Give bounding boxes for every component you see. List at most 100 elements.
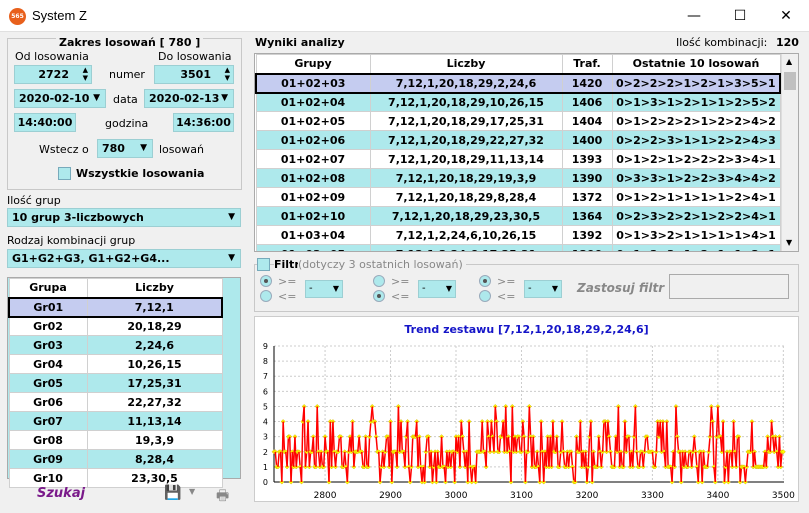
trend-segment xyxy=(481,421,485,452)
filter-value-select[interactable]: - ▼ xyxy=(418,280,456,298)
ge-radio[interactable] xyxy=(373,275,385,287)
minimize-button[interactable]: — xyxy=(671,0,717,32)
all-draws-checkbox[interactable] xyxy=(58,167,71,180)
table-row[interactable]: Gr08 19,3,9 xyxy=(8,430,223,450)
numbers-cell: 7,12,1,20,18,29,19,3,9 xyxy=(369,168,563,188)
numbers-col-header[interactable]: Liczby xyxy=(86,278,223,298)
ge-radio[interactable] xyxy=(260,275,272,287)
chevron-up-icon[interactable]: ▲ xyxy=(786,57,792,66)
table-row[interactable]: 01+02+10 7,12,1,20,18,29,23,30,5 1364 0>2>3… xyxy=(255,206,781,226)
groups-table-frame: Grupa Liczby Gr01 7,12,1 Gr02 20,18,29 Gr03 2,… xyxy=(7,277,241,488)
groups-count-label: Ilość grup xyxy=(7,194,61,207)
table-row[interactable]: 01+02+05 7,12,1,20,18,29,17,25,31 1404 0>1>… xyxy=(255,111,781,131)
chevron-down-icon[interactable]: ▼ xyxy=(93,90,100,107)
table-row[interactable]: Gr09 8,28,4 xyxy=(8,449,223,469)
from-number-spinner[interactable]: 2722 ▲ ▼ xyxy=(14,65,92,84)
table-row[interactable]: Gr05 17,25,31 xyxy=(8,373,223,393)
table-row[interactable]: 01+02+03 7,12,1,20,18,29,2,24,6 1420 0>2>2>… xyxy=(255,72,781,94)
filter-result-field xyxy=(669,274,789,299)
apply-filter-button[interactable]: Zastosuj filtr xyxy=(577,281,664,295)
last-draws-cell: 0>1>3>1>2>1>1>2>5>2 xyxy=(611,92,781,112)
filter-value-select[interactable]: - ▼ xyxy=(524,280,562,298)
table-row[interactable]: 01+03+057,12,1,2,24,6,17,25,3113900>1>2>… xyxy=(255,244,781,251)
numbers-cell: 7,12,1,20,18,29,10,26,15 xyxy=(369,92,563,112)
table-row[interactable]: Gr01 7,12,1 xyxy=(8,296,223,318)
chevron-down-icon[interactable]: ▼ xyxy=(786,238,792,247)
spin-arrows-icon[interactable]: ▲ ▼ xyxy=(225,66,230,82)
trend-segment xyxy=(706,451,710,467)
to-date-picker[interactable]: 2020-02-13 ▼ xyxy=(144,89,234,108)
y-tick-label: 7 xyxy=(263,372,268,381)
hits-cell: 1390 xyxy=(561,168,613,188)
x-tick-label: 3100 xyxy=(510,491,533,501)
chevron-down-icon[interactable]: ▼ xyxy=(333,281,339,297)
table-row[interactable]: 01+02+04 7,12,1,20,18,29,10,26,15 1406 0>1>… xyxy=(255,92,781,112)
chevron-down-icon[interactable]: ▼ xyxy=(228,250,235,267)
y-tick-label: 8 xyxy=(263,357,268,366)
trend-segment xyxy=(518,436,521,452)
hits-col-header[interactable]: Traf. xyxy=(561,54,613,74)
chevron-down-icon[interactable]: ▼ xyxy=(221,90,228,107)
last-draws-cell: 0>1>2>1>2>2>2>3>4>1 xyxy=(611,149,781,169)
groups-col-header[interactable]: Grupy xyxy=(255,54,371,74)
maximize-button[interactable]: ☐ xyxy=(717,0,763,32)
group-numbers-cell: 11,13,14 xyxy=(86,411,223,431)
to-number-spinner[interactable]: 3501 ▲ ▼ xyxy=(154,65,234,84)
trend-segment xyxy=(358,436,362,452)
chevron-down-icon[interactable]: ▼ xyxy=(446,281,452,297)
table-row[interactable]: Gr03 2,24,6 xyxy=(8,335,223,355)
print-icon[interactable]: 🖶 xyxy=(216,485,229,509)
groups-col-header[interactable]: Grupa xyxy=(8,278,88,298)
trend-segment xyxy=(662,421,665,452)
results-table: Grupy Liczby Traf. Ostatnie 10 losowań 0… xyxy=(255,54,781,251)
le-radio[interactable] xyxy=(479,290,491,302)
trend-segment xyxy=(515,436,519,452)
le-radio[interactable] xyxy=(260,290,272,302)
table-row[interactable]: Gr06 22,27,32 xyxy=(8,392,223,412)
combo-type-select[interactable]: G1+G2+G3, G1+G2+G4... ▼ xyxy=(7,249,241,268)
spin-arrows-icon[interactable]: ▲ ▼ xyxy=(83,66,88,82)
from-date-picker[interactable]: 2020-02-10 ▼ xyxy=(14,89,106,108)
trend-segment xyxy=(561,421,565,452)
search-button[interactable]: Szukaj xyxy=(37,486,85,501)
table-row[interactable]: 01+02+06 7,12,1,20,18,29,22,27,32 1400 0>2>… xyxy=(255,130,781,150)
filter-checkbox[interactable] xyxy=(257,258,270,271)
results-scrollbar[interactable]: ▲ ▼ xyxy=(781,54,798,251)
trend-segment xyxy=(282,421,286,452)
trend-segment xyxy=(351,421,355,467)
close-button[interactable]: ✕ xyxy=(763,0,809,32)
table-row[interactable]: 01+03+04 7,12,1,2,24,6,10,26,15 1392 0>1>3>… xyxy=(255,225,781,245)
trend-segment xyxy=(495,421,499,452)
numbers-col-header[interactable]: Liczby xyxy=(369,54,563,74)
table-row[interactable]: 01+02+08 7,12,1,20,18,29,19,3,9 1390 0>3>3>… xyxy=(255,168,781,188)
to-time-input[interactable]: 14:36:00 xyxy=(173,113,234,132)
x-tick-label: 3300 xyxy=(641,491,664,501)
le-label: <= xyxy=(497,290,516,303)
filter-value: - xyxy=(422,283,426,294)
from-time-input[interactable]: 14:40:00 xyxy=(14,113,76,132)
save-icon[interactable]: 💾 xyxy=(164,485,181,501)
chevron-down-icon[interactable]: ▼ xyxy=(228,209,235,226)
ge-radio[interactable] xyxy=(479,275,491,287)
chevron-down-icon[interactable]: ▼ xyxy=(140,140,147,157)
trend-segment xyxy=(505,406,508,452)
trend-segment xyxy=(332,421,335,452)
table-row[interactable]: Gr07 11,13,14 xyxy=(8,411,223,431)
back-select[interactable]: 780 ▼ xyxy=(97,139,153,158)
last-draws-col-header[interactable]: Ostatnie 10 losowań xyxy=(611,54,781,74)
trend-segment xyxy=(711,421,715,467)
chevron-down-icon[interactable]: ▼ xyxy=(552,281,558,297)
table-row[interactable]: Gr10 23,30,5 xyxy=(8,468,223,488)
scrollbar-thumb[interactable] xyxy=(784,72,796,90)
trend-segment xyxy=(470,466,474,483)
groups-count-select[interactable]: 10 grup 3-liczbowych ▼ xyxy=(7,208,241,227)
y-tick-label: 4 xyxy=(263,418,268,427)
table-row[interactable]: Gr02 20,18,29 xyxy=(8,316,223,336)
results-title: Wyniki analizy xyxy=(255,36,345,49)
chevron-down-icon[interactable]: ▼ xyxy=(189,487,195,496)
table-row[interactable]: 01+02+07 7,12,1,20,18,29,11,13,14 1393 0>1>… xyxy=(255,149,781,169)
table-row[interactable]: Gr04 10,26,15 xyxy=(8,354,223,374)
filter-value-select[interactable]: - ▼ xyxy=(305,280,343,298)
le-radio[interactable] xyxy=(373,290,385,302)
table-row[interactable]: 01+02+09 7,12,1,20,18,29,8,28,4 1372 0>1>2>… xyxy=(255,187,781,207)
